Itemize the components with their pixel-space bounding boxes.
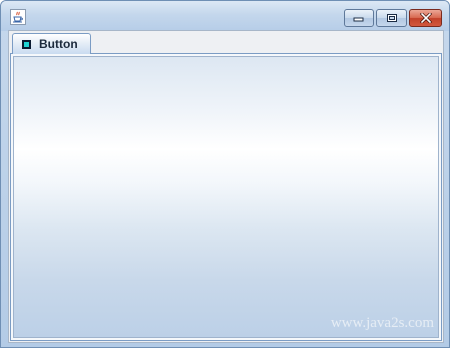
application-window: Button www.java2s.com: [0, 0, 450, 348]
tab-panel: www.java2s.com: [10, 53, 442, 341]
minimize-icon: [353, 17, 364, 22]
tab-label: Button: [39, 37, 78, 51]
tab-button[interactable]: Button: [12, 33, 91, 54]
content-pane: Button www.java2s.com: [8, 30, 444, 343]
title-bar[interactable]: [1, 1, 449, 31]
java-coffee-icon[interactable]: [10, 9, 26, 25]
square-icon: [22, 39, 31, 49]
maximize-button[interactable]: [376, 9, 407, 27]
close-icon: [419, 13, 432, 23]
close-button[interactable]: [409, 9, 442, 27]
minimize-button[interactable]: [344, 9, 374, 27]
maximize-icon: [386, 14, 397, 22]
watermark: www.java2s.com: [330, 315, 434, 331]
tab-panel-content: www.java2s.com: [13, 56, 439, 338]
